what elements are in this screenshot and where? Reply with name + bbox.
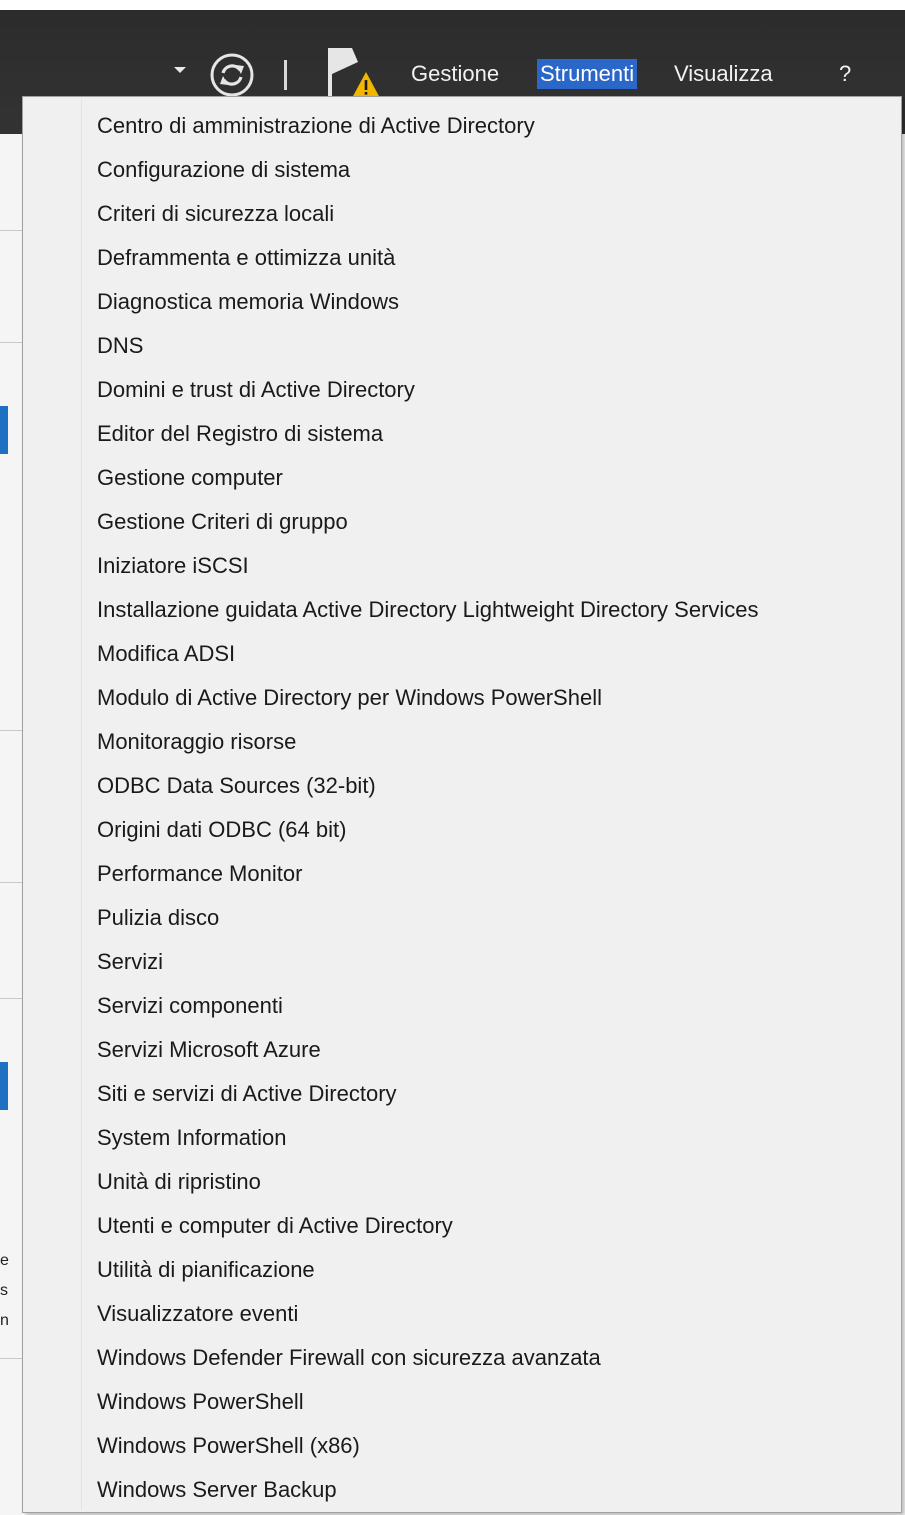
background-text-fragment: n xyxy=(0,1312,9,1329)
menu-item[interactable]: Utilità di pianificazione xyxy=(23,1248,901,1292)
dropdown-caret-icon[interactable] xyxy=(174,67,186,73)
toolbar: Gestione Strumenti Visualizza ? xyxy=(0,48,905,98)
menu-gestione[interactable]: Gestione xyxy=(408,59,502,89)
menu-item[interactable]: Centro di amministrazione di Active Dire… xyxy=(23,104,901,148)
menu-item[interactable]: Origini dati ODBC (64 bit) xyxy=(23,808,901,852)
menu-item[interactable]: Windows Defender Firewall con sicurezza … xyxy=(23,1336,901,1380)
menu-item[interactable]: Performance Monitor xyxy=(23,852,901,896)
menu-item[interactable]: Servizi componenti xyxy=(23,984,901,1028)
menu-item[interactable]: Diagnostica memoria Windows xyxy=(23,280,901,324)
menu-item[interactable]: Editor del Registro di sistema xyxy=(23,412,901,456)
server-manager-window: Gestione Strumenti Visualizza ? e s n Ce… xyxy=(0,0,905,1515)
background-text-fragment: s xyxy=(0,1282,8,1299)
warning-icon xyxy=(352,72,380,98)
menu-item[interactable]: Pulizia disco xyxy=(23,896,901,940)
menu-item[interactable]: Utenti e computer di Active Directory xyxy=(23,1204,901,1248)
menu-item[interactable]: Visualizzatore eventi xyxy=(23,1292,901,1336)
menu-item[interactable]: DNS xyxy=(23,324,901,368)
menu-item[interactable]: Windows PowerShell (x86) xyxy=(23,1424,901,1468)
menu-item[interactable]: Criteri di sicurezza locali xyxy=(23,192,901,236)
menu-item[interactable]: Servizi Microsoft Azure xyxy=(23,1028,901,1072)
menu-item[interactable]: Modulo di Active Directory per Windows P… xyxy=(23,676,901,720)
flag-icon[interactable] xyxy=(322,48,384,98)
refresh-icon[interactable] xyxy=(209,52,255,98)
background-text-fragment: e xyxy=(0,1252,9,1269)
menu-item[interactable]: Deframmenta e ottimizza unità xyxy=(23,236,901,280)
menu-item[interactable]: Siti e servizi di Active Directory xyxy=(23,1072,901,1116)
background-divider xyxy=(0,730,22,731)
menu-item[interactable]: Configurazione di sistema xyxy=(23,148,901,192)
tools-menu-list: Centro di amministrazione di Active Dire… xyxy=(23,104,901,1512)
background-selection xyxy=(0,1062,8,1110)
tools-dropdown-menu: Centro di amministrazione di Active Dire… xyxy=(22,96,902,1513)
window-top-strip xyxy=(0,0,905,10)
menu-item[interactable]: Iniziatore iSCSI xyxy=(23,544,901,588)
menu-item[interactable]: Monitoraggio risorse xyxy=(23,720,901,764)
background-divider xyxy=(0,882,22,883)
menu-item[interactable]: Windows Server Backup xyxy=(23,1468,901,1512)
menu-visualizza[interactable]: Visualizza xyxy=(671,59,776,89)
background-divider xyxy=(0,1358,22,1359)
menu-item[interactable]: Servizi xyxy=(23,940,901,984)
menu-item[interactable]: Gestione Criteri di gruppo xyxy=(23,500,901,544)
menu-item[interactable]: Unità di ripristino xyxy=(23,1160,901,1204)
menu-item[interactable]: Gestione computer xyxy=(23,456,901,500)
menu-item[interactable]: System Information xyxy=(23,1116,901,1160)
menu-item[interactable]: Windows PowerShell xyxy=(23,1380,901,1424)
menu-item[interactable]: Installazione guidata Active Directory L… xyxy=(23,588,901,632)
menu-item[interactable]: Domini e trust di Active Directory xyxy=(23,368,901,412)
menu-item[interactable]: ODBC Data Sources (32-bit) xyxy=(23,764,901,808)
menu-help[interactable]: ? xyxy=(836,59,854,89)
menu-item[interactable]: Modifica ADSI xyxy=(23,632,901,676)
background-selection xyxy=(0,406,8,454)
menu-strumenti[interactable]: Strumenti xyxy=(537,59,638,89)
toolbar-separator xyxy=(284,60,287,90)
background-divider xyxy=(0,230,22,231)
background-divider xyxy=(0,342,22,343)
background-divider xyxy=(0,998,22,999)
background-panel: e s n xyxy=(0,134,22,1515)
